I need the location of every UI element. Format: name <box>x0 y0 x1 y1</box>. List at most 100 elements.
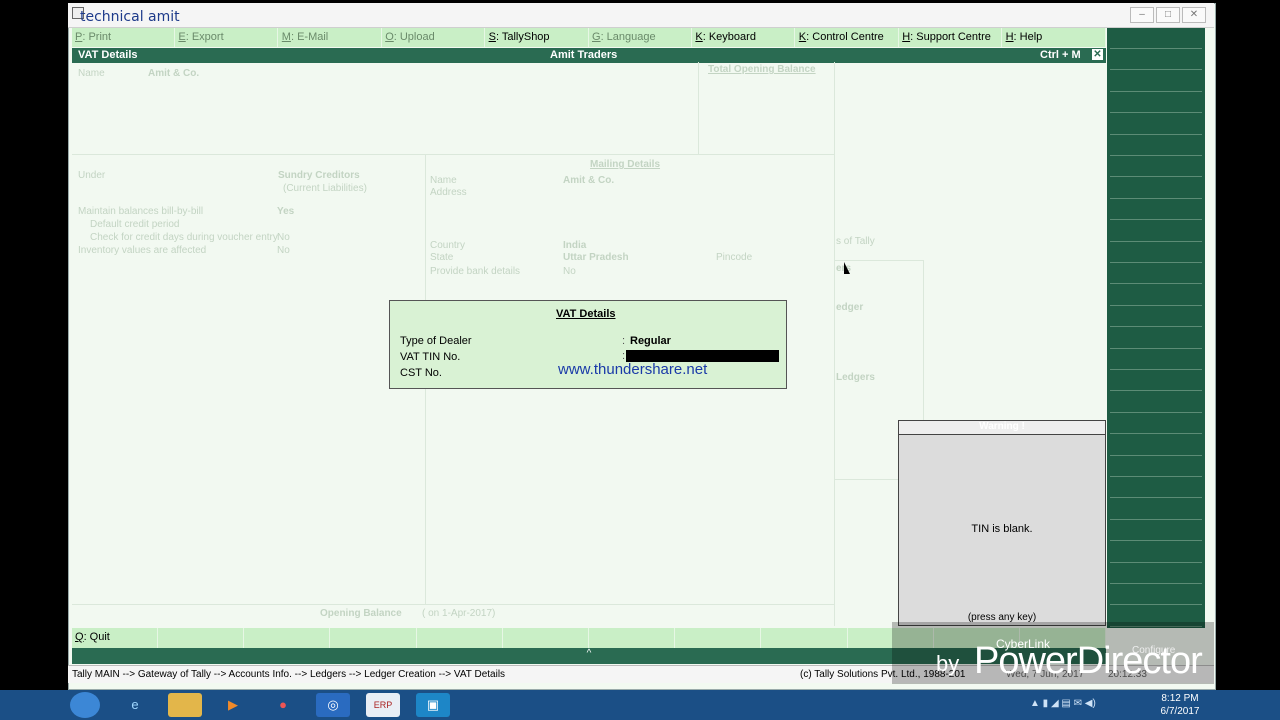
side-text: s of Tally <box>836 236 875 247</box>
right-panel-slot[interactable] <box>1110 156 1202 178</box>
button-label: : Support Centre <box>910 31 991 43</box>
bottom-bar-slot[interactable] <box>244 628 331 648</box>
bill-by-bill-value: Yes <box>277 206 295 217</box>
right-panel-slot[interactable] <box>1110 49 1202 71</box>
right-panel-slot[interactable] <box>1110 520 1202 542</box>
right-panel-slot[interactable] <box>1110 349 1202 370</box>
right-panel-slot[interactable] <box>1110 499 1202 520</box>
divider <box>72 154 834 155</box>
right-panel-slot[interactable] <box>1110 584 1202 606</box>
right-panel-slot[interactable] <box>1110 263 1202 285</box>
right-panel-slot[interactable] <box>1110 563 1202 584</box>
breadcrumb: Tally MAIN --> Gateway of Tally --> Acco… <box>72 669 506 680</box>
button-label: : TallyShop <box>495 31 550 43</box>
file-explorer-icon[interactable] <box>168 693 202 717</box>
divider <box>698 62 699 154</box>
check-credit-days-label: Check for credit days during voucher ent… <box>90 232 278 243</box>
warning-title: Warning ! <box>899 421 1105 435</box>
maximize-button[interactable]: □ <box>1156 7 1180 23</box>
shortcut-key: E <box>178 31 186 43</box>
close-window-button[interactable]: ✕ <box>1182 7 1206 23</box>
bottom-bar-slot[interactable] <box>331 628 417 648</box>
right-panel-slot[interactable] <box>1110 392 1202 413</box>
bottom-bar-slot[interactable] <box>503 628 589 648</box>
topbar-button-4[interactable]: S: TallyShop <box>486 28 589 47</box>
right-panel-slot[interactable] <box>1110 114 1202 135</box>
button-label: : Upload <box>393 31 435 43</box>
bottom-bar-slot[interactable] <box>417 628 503 648</box>
divider <box>72 604 834 605</box>
right-panel-slot[interactable] <box>1110 306 1202 328</box>
right-panel-slot[interactable] <box>1110 92 1202 114</box>
right-panel-slot[interactable] <box>1110 477 1202 499</box>
shortcut-key: H <box>1005 31 1014 43</box>
mailing-name-label: Name <box>430 175 457 186</box>
watermark-text: www.thundershare.net <box>558 361 708 378</box>
screen-name: VAT Details <box>78 49 138 61</box>
close-screen-icon[interactable]: ✕ <box>1092 49 1103 60</box>
window-title: technical amit <box>80 9 180 25</box>
topbar-button-3[interactable]: O: Upload <box>382 28 486 47</box>
credit-period-label: Default credit period <box>90 219 180 230</box>
bottom-bar-slot[interactable] <box>158 628 245 648</box>
company-name: Amit Traders <box>550 49 618 61</box>
topbar-button-9[interactable]: H: Help <box>1003 28 1106 47</box>
shortcut-key: G <box>592 31 601 43</box>
opening-balance-label: Opening Balance <box>320 608 402 619</box>
topbar-button-8[interactable]: H: Support Centre <box>899 28 1003 47</box>
media-player-icon[interactable]: ▶ <box>216 693 250 717</box>
minimize-button[interactable]: – <box>1130 7 1154 23</box>
tray-icons[interactable]: ▲ ▮ ◢ ▤ ✉ ◀) <box>1030 698 1096 709</box>
right-panel-slot[interactable] <box>1110 221 1202 242</box>
chrome-icon[interactable]: ● <box>266 693 300 717</box>
bill-by-bill-label: Maintain balances bill-by-bill <box>78 206 204 217</box>
topbar-button-6[interactable]: K: Keyboard <box>692 28 796 47</box>
right-panel-slot[interactable] <box>1110 28 1202 49</box>
shortcut-label: Ctrl + M <box>1040 49 1081 61</box>
right-panel-slot[interactable] <box>1110 242 1202 263</box>
right-panel-slot[interactable] <box>1110 178 1202 199</box>
dealer-type-value[interactable]: Regular <box>630 335 671 347</box>
right-panel-slot[interactable] <box>1110 328 1202 349</box>
start-button-icon[interactable] <box>70 692 100 718</box>
divider <box>835 260 924 261</box>
country-label: Country <box>430 240 466 251</box>
right-panel-slot[interactable] <box>1110 413 1202 435</box>
right-panel-slot[interactable] <box>1110 199 1202 221</box>
mailing-address-label: Address <box>430 187 467 198</box>
right-panel-slot[interactable] <box>1110 370 1202 392</box>
right-panel-slot[interactable] <box>1110 135 1202 156</box>
topbar-button-2[interactable]: M: E-Mail <box>279 28 382 47</box>
shortcut-key: H <box>902 31 911 43</box>
app-window-icon[interactable]: ▣ <box>416 693 450 717</box>
topbar-button-7[interactable]: K: Control Centre <box>796 28 899 47</box>
browser-icon[interactable]: ◎ <box>316 693 350 717</box>
quit-button[interactable]: Q: Quit <box>72 628 158 648</box>
header-strip: VAT Details Amit Traders Ctrl + M ✕ <box>72 48 1106 63</box>
bottom-bar-slot[interactable] <box>675 628 762 648</box>
divider <box>834 62 835 626</box>
button-label: : Keyboard <box>702 31 756 43</box>
under-label: Under <box>78 170 106 181</box>
topbar-button-0[interactable]: P: Print <box>72 28 175 47</box>
state-label: State <box>430 252 454 263</box>
right-panel-slot[interactable] <box>1110 71 1202 92</box>
divider <box>923 260 924 420</box>
inventory-affected-value: No <box>277 245 290 256</box>
right-panel-slot[interactable] <box>1110 285 1202 306</box>
bottom-bar-slot[interactable] <box>589 628 676 648</box>
top-button-bar: P: Print E: Export M: E-Mail O: Upload S: Ta… <box>72 28 1106 47</box>
shortcut-key: O <box>385 31 394 43</box>
bottom-bar-slot[interactable] <box>762 628 848 648</box>
right-panel-slot[interactable] <box>1110 542 1202 563</box>
under-sub: (Current Liabilities) <box>283 183 367 194</box>
pincode-label: Pincode <box>716 252 753 263</box>
internet-explorer-icon[interactable]: e <box>118 693 152 717</box>
topbar-button-5[interactable]: G: Language <box>589 28 692 47</box>
title-bar: technical amit – □ ✕ <box>68 3 1214 28</box>
tally-icon[interactable]: ERP <box>366 693 400 717</box>
right-panel-slot[interactable] <box>1110 435 1202 456</box>
button-label: : Print <box>82 31 112 43</box>
right-panel-slot[interactable] <box>1110 456 1202 477</box>
topbar-button-1[interactable]: E: Export <box>175 28 279 47</box>
